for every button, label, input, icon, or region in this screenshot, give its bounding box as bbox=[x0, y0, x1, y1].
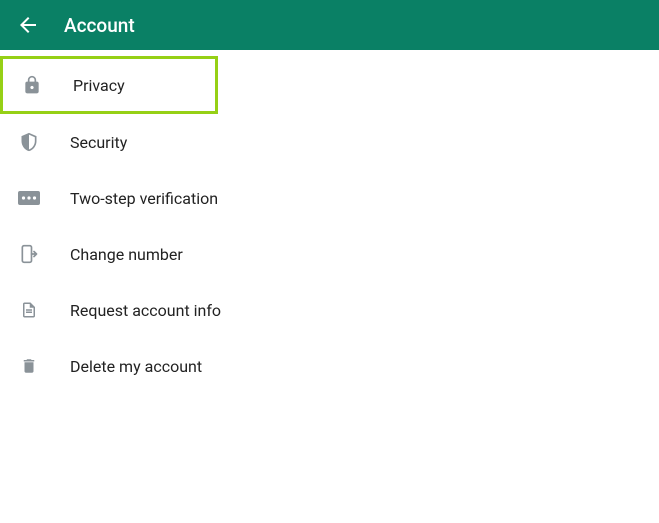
menu-label: Security bbox=[70, 133, 127, 152]
menu-item-two-step[interactable]: Two-step verification bbox=[0, 170, 659, 226]
change-number-icon bbox=[18, 243, 40, 265]
lock-icon bbox=[21, 74, 43, 96]
page-title: Account bbox=[64, 14, 135, 37]
shield-icon bbox=[18, 131, 40, 153]
menu-label: Delete my account bbox=[70, 357, 202, 376]
arrow-back-icon bbox=[16, 13, 40, 37]
menu-item-delete-account[interactable]: Delete my account bbox=[0, 338, 659, 394]
header: Account bbox=[0, 0, 659, 50]
menu-label: Request account info bbox=[70, 301, 221, 320]
menu-label: Two-step verification bbox=[70, 189, 218, 208]
back-button[interactable] bbox=[16, 13, 40, 37]
trash-icon bbox=[18, 355, 40, 377]
menu-label: Privacy bbox=[73, 76, 125, 95]
document-icon bbox=[18, 299, 40, 321]
menu-item-privacy[interactable]: Privacy bbox=[0, 56, 218, 114]
pin-icon bbox=[18, 187, 40, 209]
menu-list: Privacy Security Two-step verification bbox=[0, 50, 659, 394]
menu-item-change-number[interactable]: Change number bbox=[0, 226, 659, 282]
menu-item-request-info[interactable]: Request account info bbox=[0, 282, 659, 338]
menu-label: Change number bbox=[70, 245, 183, 264]
menu-item-security[interactable]: Security bbox=[0, 114, 659, 170]
